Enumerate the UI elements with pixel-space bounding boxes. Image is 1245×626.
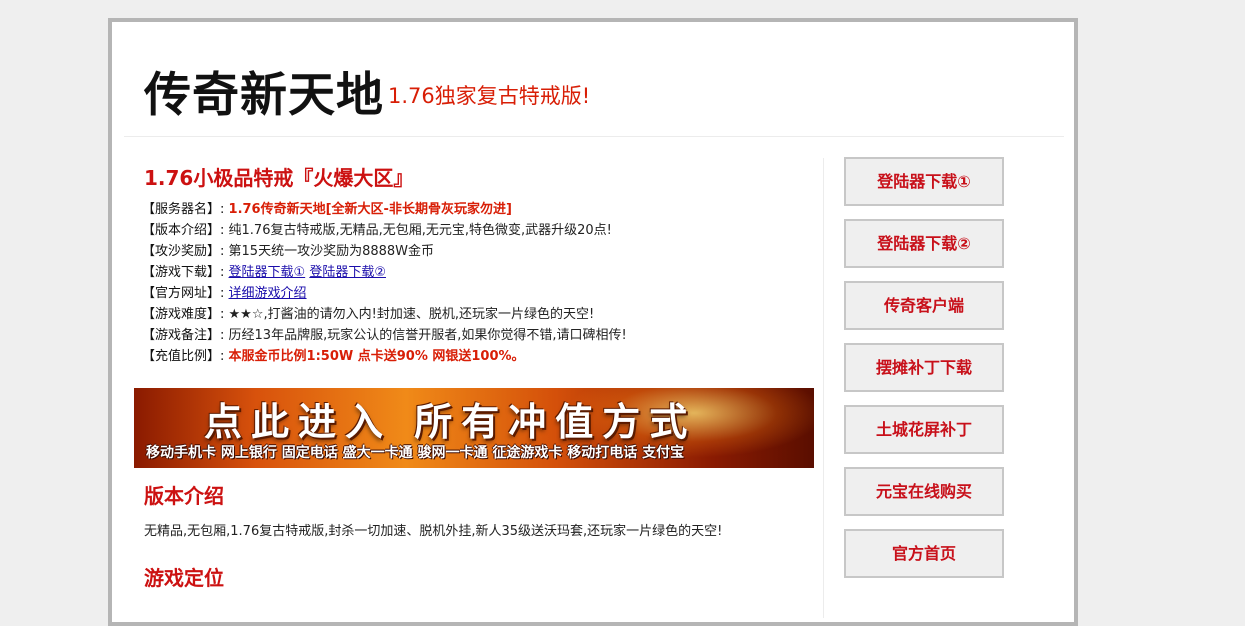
info-label-server: 【服务器名】: bbox=[142, 202, 225, 217]
info-row-server: 【服务器名】: 1.76传奇新天地[全新大区-非长期骨灰玩家勿进] bbox=[142, 199, 822, 220]
site-subtitle: 1.76独家复古特戒版! bbox=[388, 84, 591, 108]
sidebar-button-home[interactable]: 官方首页 bbox=[844, 529, 1004, 578]
info-value-server: 1.76传奇新天地[全新大区-非长期骨灰玩家勿进] bbox=[228, 202, 512, 217]
server-info-list: 【服务器名】: 1.76传奇新天地[全新大区-非长期骨灰玩家勿进] 【版本介绍】… bbox=[142, 199, 822, 367]
version-section-text: 无精品,无包厢,1.76复古特戒版,封杀一切加速、脱机外挂,新人35级送沃玛套,… bbox=[144, 524, 723, 539]
download-link-2[interactable]: 登陆器下载② bbox=[309, 265, 386, 280]
info-row-site: 【官方网址】: 详细游戏介绍 bbox=[142, 283, 822, 304]
recharge-banner[interactable]: 点此进入 所有冲值方式 移动手机卡 网上银行 固定电话 盛大一卡通 骏网一卡通 … bbox=[134, 388, 814, 468]
info-value-siege: 第15天统一攻沙奖励为8888W金币 bbox=[228, 244, 435, 259]
server-heading: 1.76小极品特戒『火爆大区』 bbox=[144, 166, 414, 190]
sidebar: 登陆器下载① 登陆器下载② 传奇客户端 摆摊补丁下载 土城花屏补丁 元宝在线购买… bbox=[844, 157, 1006, 591]
header-divider bbox=[124, 136, 1064, 137]
info-label-download: 【游戏下载】: bbox=[142, 265, 225, 280]
site-header: 传奇新天地 1.76独家复古特戒版! bbox=[112, 22, 1074, 136]
info-label-version: 【版本介绍】: bbox=[142, 223, 225, 238]
sidebar-button-screen-patch[interactable]: 土城花屏补丁 bbox=[844, 405, 1004, 454]
info-row-download: 【游戏下载】: 登陆器下载① 登陆器下载② bbox=[142, 262, 822, 283]
info-value-difficulty: ★★☆,打酱油的请勿入内!封加速、脱机,还玩家一片绿色的天空! bbox=[228, 307, 595, 322]
info-row-note: 【游戏备注】: 历经13年品牌服,玩家公认的信誉开服者,如果你觉得不错,请口碑相… bbox=[142, 325, 822, 346]
info-row-difficulty: 【游戏难度】: ★★☆,打酱油的请勿入内!封加速、脱机,还玩家一片绿色的天空! bbox=[142, 304, 822, 325]
sidebar-button-buy-ingot[interactable]: 元宝在线购买 bbox=[844, 467, 1004, 516]
game-intro-link[interactable]: 详细游戏介绍 bbox=[229, 286, 307, 301]
info-value-recharge: 本服金币比例1:50W 点卡送90% 网银送100%。 bbox=[228, 349, 525, 364]
site-title: 传奇新天地 bbox=[144, 68, 384, 123]
download-link-1[interactable]: 登陆器下载① bbox=[229, 265, 306, 280]
banner-main-text: 点此进入 所有冲值方式 bbox=[204, 400, 697, 444]
info-label-siege: 【攻沙奖励】: bbox=[142, 244, 225, 259]
info-label-site: 【官方网址】: bbox=[142, 286, 225, 301]
column-divider bbox=[823, 158, 824, 618]
sidebar-button-launcher-2[interactable]: 登陆器下载② bbox=[844, 219, 1004, 268]
info-label-difficulty: 【游戏难度】: bbox=[142, 307, 225, 322]
info-row-recharge: 【充值比例】: 本服金币比例1:50W 点卡送90% 网银送100%。 bbox=[142, 346, 822, 367]
position-section-heading: 游戏定位 bbox=[144, 566, 224, 590]
info-label-note: 【游戏备注】: bbox=[142, 328, 225, 343]
sidebar-button-launcher-1[interactable]: 登陆器下载① bbox=[844, 157, 1004, 206]
info-value-note: 历经13年品牌服,玩家公认的信誉开服者,如果你觉得不错,请口碑相传! bbox=[228, 328, 627, 343]
sidebar-button-client[interactable]: 传奇客户端 bbox=[844, 281, 1004, 330]
sidebar-button-stall-patch[interactable]: 摆摊补丁下载 bbox=[844, 343, 1004, 392]
page-frame: 传奇新天地 1.76独家复古特戒版! 1.76小极品特戒『火爆大区』 【服务器名… bbox=[108, 18, 1078, 626]
info-value-version: 纯1.76复古特戒版,无精品,无包厢,无元宝,特色微变,武器升级20点! bbox=[228, 223, 612, 238]
version-section-heading: 版本介绍 bbox=[144, 484, 224, 508]
info-row-siege: 【攻沙奖励】: 第15天统一攻沙奖励为8888W金币 bbox=[142, 241, 822, 262]
info-label-recharge: 【充值比例】: bbox=[142, 349, 225, 364]
info-row-version: 【版本介绍】: 纯1.76复古特戒版,无精品,无包厢,无元宝,特色微变,武器升级… bbox=[142, 220, 822, 241]
banner-payment-methods: 移动手机卡 网上银行 固定电话 盛大一卡通 骏网一卡通 征途游戏卡 移动打电话 … bbox=[146, 445, 685, 461]
